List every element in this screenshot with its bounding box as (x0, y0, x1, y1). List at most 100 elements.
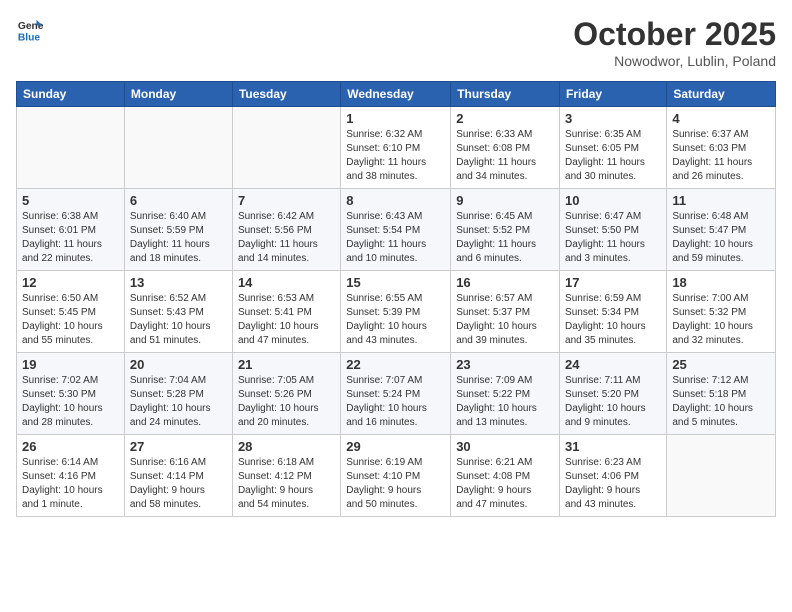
calendar-cell: 22 Sunrise: 7:07 AMSunset: 5:24 PMDayligh… (341, 353, 451, 435)
calendar-cell: 29 Sunrise: 6:19 AMSunset: 4:10 PMDayligh… (341, 435, 451, 517)
day-number: 21 (238, 357, 335, 372)
day-number: 28 (238, 439, 335, 454)
calendar-cell: 10Sunrise: 6:47 AMSunset: 5:50 PMDayligh… (560, 189, 667, 271)
calendar-cell: 8 Sunrise: 6:43 AMSunset: 5:54 PMDaylight… (341, 189, 451, 271)
day-info: Sunrise: 6:42 AMSunset: 5:56 PMDaylight:… (238, 210, 335, 266)
weekday-saturday: Saturday (667, 82, 776, 107)
calendar-cell: 19 Sunrise: 7:02 AMSunset: 5:30 PMDayligh… (17, 353, 125, 435)
calendar-cell: 2 Sunrise: 6:33 AMSunset: 6:08 PMDaylight… (451, 107, 560, 189)
day-number: 12 (22, 275, 119, 290)
day-info: Sunrise: 6:37 AMSunset: 6:03 PMDaylight:… (672, 128, 770, 184)
day-info: Sunrise: 7:12 AMSunset: 5:18 PMDaylight:… (672, 374, 770, 430)
day-info: Sunrise: 6:19 AMSunset: 4:10 PMDaylight:… (346, 456, 445, 512)
calendar-cell: 20Sunrise: 7:04 AMSunset: 5:28 PMDayligh… (124, 353, 232, 435)
calendar-cell (124, 107, 232, 189)
day-number: 16 (456, 275, 554, 290)
day-number: 8 (346, 193, 445, 208)
logo-icon: General Blue (16, 16, 44, 44)
day-number: 31 (565, 439, 661, 454)
calendar-cell (667, 435, 776, 517)
day-info: Sunrise: 6:32 AMSunset: 6:10 PMDaylight:… (346, 128, 445, 184)
day-info: Sunrise: 6:16 AMSunset: 4:14 PMDaylight:… (130, 456, 227, 512)
calendar-cell: 13Sunrise: 6:52 AMSunset: 5:43 PMDayligh… (124, 271, 232, 353)
day-info: Sunrise: 7:11 AMSunset: 5:20 PMDaylight:… (565, 374, 661, 430)
day-number: 11 (672, 193, 770, 208)
day-number: 25 (672, 357, 770, 372)
day-info: Sunrise: 6:48 AMSunset: 5:47 PMDaylight:… (672, 210, 770, 266)
day-info: Sunrise: 6:50 AMSunset: 5:45 PMDaylight:… (22, 292, 119, 348)
calendar-cell: 28Sunrise: 6:18 AMSunset: 4:12 PMDayligh… (232, 435, 340, 517)
week-row-5: 26Sunrise: 6:14 AMSunset: 4:16 PMDayligh… (17, 435, 776, 517)
weekday-sunday: Sunday (17, 82, 125, 107)
weekday-header-row: SundayMondayTuesdayWednesdayThursdayFrid… (17, 82, 776, 107)
day-info: Sunrise: 6:33 AMSunset: 6:08 PMDaylight:… (456, 128, 554, 184)
calendar-cell: 25 Sunrise: 7:12 AMSunset: 5:18 PMDayligh… (667, 353, 776, 435)
day-number: 29 (346, 439, 445, 454)
calendar-cell: 30 Sunrise: 6:21 AMSunset: 4:08 PMDayligh… (451, 435, 560, 517)
day-info: Sunrise: 6:57 AMSunset: 5:37 PMDaylight:… (456, 292, 554, 348)
calendar-cell: 3 Sunrise: 6:35 AMSunset: 6:05 PMDaylight… (560, 107, 667, 189)
calendar-cell: 26Sunrise: 6:14 AMSunset: 4:16 PMDayligh… (17, 435, 125, 517)
day-number: 18 (672, 275, 770, 290)
day-number: 2 (456, 111, 554, 126)
week-row-2: 5 Sunrise: 6:38 AMSunset: 6:01 PMDaylight… (17, 189, 776, 271)
calendar-cell: 5 Sunrise: 6:38 AMSunset: 6:01 PMDaylight… (17, 189, 125, 271)
calendar-cell: 31 Sunrise: 6:23 AMSunset: 4:06 PMDayligh… (560, 435, 667, 517)
svg-text:Blue: Blue (18, 32, 41, 43)
day-info: Sunrise: 6:21 AMSunset: 4:08 PMDaylight:… (456, 456, 554, 512)
day-info: Sunrise: 7:07 AMSunset: 5:24 PMDaylight:… (346, 374, 445, 430)
day-number: 27 (130, 439, 227, 454)
day-number: 5 (22, 193, 119, 208)
calendar-cell (232, 107, 340, 189)
day-info: Sunrise: 6:23 AMSunset: 4:06 PMDaylight:… (565, 456, 661, 512)
day-info: Sunrise: 6:40 AMSunset: 5:59 PMDaylight:… (130, 210, 227, 266)
day-info: Sunrise: 6:47 AMSunset: 5:50 PMDaylight:… (565, 210, 661, 266)
day-number: 30 (456, 439, 554, 454)
week-row-1: 1Sunrise: 6:32 AMSunset: 6:10 PMDaylight… (17, 107, 776, 189)
weekday-wednesday: Wednesday (341, 82, 451, 107)
calendar-cell: 7 Sunrise: 6:42 AMSunset: 5:56 PMDaylight… (232, 189, 340, 271)
day-info: Sunrise: 6:59 AMSunset: 5:34 PMDaylight:… (565, 292, 661, 348)
day-number: 24 (565, 357, 661, 372)
calendar-cell: 12 Sunrise: 6:50 AMSunset: 5:45 PMDayligh… (17, 271, 125, 353)
calendar-cell: 9 Sunrise: 6:45 AMSunset: 5:52 PMDaylight… (451, 189, 560, 271)
calendar-cell: 17Sunrise: 6:59 AMSunset: 5:34 PMDayligh… (560, 271, 667, 353)
day-number: 15 (346, 275, 445, 290)
day-number: 3 (565, 111, 661, 126)
calendar-cell (17, 107, 125, 189)
week-row-3: 12 Sunrise: 6:50 AMSunset: 5:45 PMDayligh… (17, 271, 776, 353)
day-info: Sunrise: 7:02 AMSunset: 5:30 PMDaylight:… (22, 374, 119, 430)
calendar-cell: 18 Sunrise: 7:00 AMSunset: 5:32 PMDayligh… (667, 271, 776, 353)
calendar-cell: 6Sunrise: 6:40 AMSunset: 5:59 PMDaylight… (124, 189, 232, 271)
day-info: Sunrise: 6:43 AMSunset: 5:54 PMDaylight:… (346, 210, 445, 266)
day-info: Sunrise: 6:45 AMSunset: 5:52 PMDaylight:… (456, 210, 554, 266)
page-header: General Blue October 2025 Nowodwor, Lubl… (16, 16, 776, 69)
day-info: Sunrise: 6:35 AMSunset: 6:05 PMDaylight:… (565, 128, 661, 184)
day-number: 23 (456, 357, 554, 372)
week-row-4: 19 Sunrise: 7:02 AMSunset: 5:30 PMDayligh… (17, 353, 776, 435)
day-info: Sunrise: 6:14 AMSunset: 4:16 PMDaylight:… (22, 456, 119, 512)
calendar-cell: 15 Sunrise: 6:55 AMSunset: 5:39 PMDayligh… (341, 271, 451, 353)
day-number: 14 (238, 275, 335, 290)
day-info: Sunrise: 6:53 AMSunset: 5:41 PMDaylight:… (238, 292, 335, 348)
day-info: Sunrise: 6:52 AMSunset: 5:43 PMDaylight:… (130, 292, 227, 348)
day-info: Sunrise: 7:09 AMSunset: 5:22 PMDaylight:… (456, 374, 554, 430)
month-title: October 2025 (573, 16, 776, 53)
day-number: 7 (238, 193, 335, 208)
day-info: Sunrise: 7:00 AMSunset: 5:32 PMDaylight:… (672, 292, 770, 348)
day-number: 19 (22, 357, 119, 372)
day-info: Sunrise: 6:55 AMSunset: 5:39 PMDaylight:… (346, 292, 445, 348)
calendar-cell: 21Sunrise: 7:05 AMSunset: 5:26 PMDayligh… (232, 353, 340, 435)
title-block: October 2025 Nowodwor, Lublin, Poland (573, 16, 776, 69)
calendar-cell: 4Sunrise: 6:37 AMSunset: 6:03 PMDaylight… (667, 107, 776, 189)
day-number: 9 (456, 193, 554, 208)
day-number: 22 (346, 357, 445, 372)
weekday-friday: Friday (560, 82, 667, 107)
calendar-cell: 23 Sunrise: 7:09 AMSunset: 5:22 PMDayligh… (451, 353, 560, 435)
calendar-cell: 14 Sunrise: 6:53 AMSunset: 5:41 PMDayligh… (232, 271, 340, 353)
calendar-table: SundayMondayTuesdayWednesdayThursdayFrid… (16, 81, 776, 517)
day-info: Sunrise: 7:04 AMSunset: 5:28 PMDaylight:… (130, 374, 227, 430)
calendar-cell: 16 Sunrise: 6:57 AMSunset: 5:37 PMDayligh… (451, 271, 560, 353)
day-info: Sunrise: 6:38 AMSunset: 6:01 PMDaylight:… (22, 210, 119, 266)
svg-text:General: General (18, 21, 44, 32)
